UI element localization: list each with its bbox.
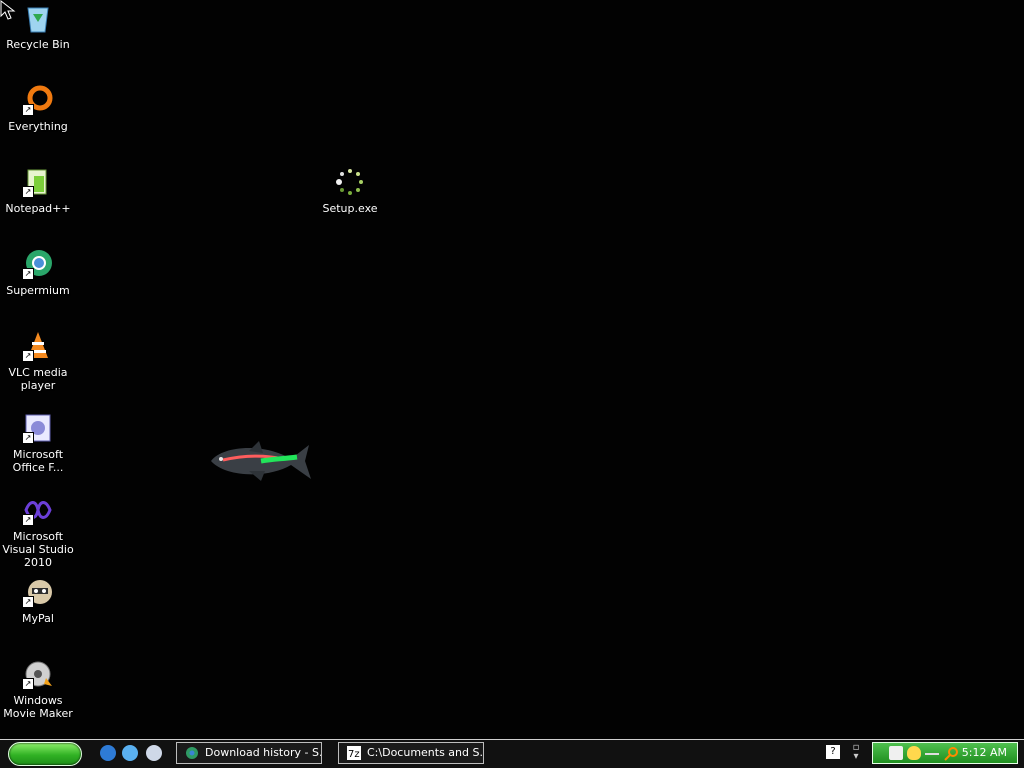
mypal-icon: ↗ [22,576,54,608]
visual-studio-icon: ↗ [22,494,54,526]
desktop-icon-microsoft-office[interactable]: ↗ Microsoft Office F... [0,412,76,474]
taskbar-button-documents-folder[interactable]: 7z C:\Documents and S... [338,742,484,764]
desktop-icon-label: Supermium [6,284,70,297]
desktop-icon-label: Microsoft Visual Studio 2010 [2,530,74,569]
desktop-icon-mypal[interactable]: ↗ MyPal [0,576,76,625]
shortcut-arrow-icon: ↗ [22,678,34,690]
taskbar-button-download-history[interactable]: Download history - S... [176,742,322,764]
media-player-icon[interactable] [146,745,162,761]
desktop-icon-notepad-plus-plus[interactable]: ↗ Notepad++ [0,166,76,215]
everything-icon: ↗ [22,84,54,116]
taskbar-button-label: Download history - S... [205,746,322,759]
search-icon[interactable] [943,746,958,761]
browser-icon [185,746,199,760]
recycle-bin-icon [22,2,54,34]
start-button[interactable] [8,742,82,766]
desktop-icon-label: MyPal [22,612,54,625]
fish-wallpaper-image [205,435,315,491]
email-icon[interactable] [122,745,138,761]
desktop-icon-label: Windows Movie Maker [3,694,73,720]
internet-explorer-icon[interactable] [100,745,116,761]
movie-maker-icon: ↗ [22,658,54,690]
desktop: Recycle Bin ↗ Everything ↗ Notepad++ ↗ S… [0,0,1024,739]
office-icon: ↗ [22,412,54,444]
notepad-plus-plus-icon: ↗ [22,166,54,198]
desktop-icon-supermium[interactable]: ↗ Supermium [0,248,76,297]
shortcut-arrow-icon: ↗ [22,268,34,280]
desktop-icon-label: Notepad++ [5,202,71,215]
tray-separator [925,753,939,757]
shortcut-arrow-icon: ↗ [22,432,34,444]
desktop-icon-windows-movie-maker[interactable]: ↗ Windows Movie Maker [0,658,76,720]
shortcut-arrow-icon: ↗ [22,186,34,198]
desktop-icon-setup-exe[interactable]: Setup.exe [312,166,388,215]
system-tray: 5:12 AM [872,742,1018,764]
desktop-icon-label: Setup.exe [322,202,378,215]
show-desktop-icon[interactable]: ▫ ▾ [850,743,862,762]
desktop-icon-label: Microsoft Office F... [12,448,64,474]
shortcut-arrow-icon: ↗ [22,514,34,526]
desktop-icon-label: Everything [8,120,68,133]
svg-text:7z: 7z [348,749,360,760]
help-icon[interactable]: ? [826,745,840,759]
desktop-icon-everything[interactable]: ↗ Everything [0,84,76,133]
7zip-icon: 7z [347,746,361,760]
network-icon[interactable] [889,746,903,760]
desktop-icon-label: Recycle Bin [6,38,70,51]
supermium-icon: ↗ [22,248,54,280]
desktop-icon-visual-studio-2010[interactable]: ↗ Microsoft Visual Studio 2010 [0,494,76,569]
shortcut-arrow-icon: ↗ [22,350,34,362]
clock[interactable]: 5:12 AM [962,743,1007,763]
shortcut-arrow-icon: ↗ [22,596,34,608]
taskbar-button-label: C:\Documents and S... [367,746,484,759]
desktop-icon-label: VLC media player [8,366,68,392]
taskbar: Download history - S... 7z C:\Documents … [0,739,1024,768]
desktop-icon-vlc[interactable]: ↗ VLC media player [0,330,76,392]
security-shield-icon[interactable] [907,746,921,760]
shortcut-arrow-icon: ↗ [22,104,34,116]
vlc-icon: ↗ [22,330,54,362]
desktop-icon-recycle-bin[interactable]: Recycle Bin [0,2,76,51]
setup-exe-icon [334,166,366,198]
